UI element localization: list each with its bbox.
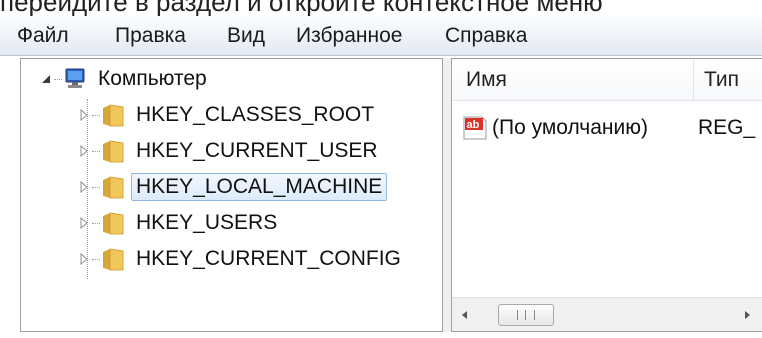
tree-node-label: HKEY_CURRENT_USER [136,139,378,162]
tree-dots [92,258,100,260]
expand-arrow-icon[interactable] [77,252,91,266]
tree-node-label: HKEY_CLASSES_ROOT [136,103,375,126]
svg-text:ab: ab [467,119,480,131]
tree-node-hkey-users[interactable]: HKEY_USERS [77,207,282,239]
column-header-label: Тип [704,67,740,91]
horizontal-scrollbar[interactable] [452,297,762,331]
tree-node-label: HKEY_USERS [136,211,278,234]
scroll-right-arrow-icon[interactable] [740,308,754,322]
column-header-name[interactable]: Имя [452,59,694,101]
scroll-left-arrow-icon[interactable] [458,308,472,322]
string-value-icon: ab [462,115,488,141]
value-row-default[interactable]: ab (По умолчанию) REG_ [462,111,755,145]
expand-arrow-icon[interactable] [77,180,91,194]
menu-help[interactable]: Справка [442,22,530,50]
menu-view[interactable]: Вид [224,22,268,50]
column-header-type[interactable]: Тип [694,59,762,101]
pane-splitter[interactable] [443,58,451,332]
tree-dots [92,222,100,224]
cropped-caption: перейдите в раздел и откройте контекстно… [0,0,762,16]
caption-text: перейдите в раздел и откройте контекстно… [0,0,603,16]
tree-dots [92,150,100,152]
tree-node-hkey-current-config[interactable]: HKEY_CURRENT_CONFIG [77,243,406,275]
tree-node-hkey-current-user[interactable]: HKEY_CURRENT_USER [77,135,383,167]
value-name: (По умолчанию) [492,116,649,139]
values-list-pane[interactable]: Имя Тип ab (По умолчанию) REG_ [451,58,762,332]
tree-dots [92,186,100,188]
tree-node-hkey-local-machine[interactable]: HKEY_LOCAL_MACHINE [77,171,388,203]
folder-icon [101,138,125,164]
column-header-label: Имя [466,67,507,91]
folder-icon [101,210,125,236]
menu-edit[interactable]: Правка [112,22,189,50]
registry-tree-pane[interactable]: Компьютер HKEY_CLASSES_ROOT HKEY_CURRENT… [20,58,443,332]
thumb-grip-icon [517,310,535,320]
tree-node-hkey-classes-root[interactable]: HKEY_CLASSES_ROOT [77,99,379,131]
scrollbar-thumb[interactable] [498,304,554,326]
menu-bar: Файл Правка Вид Избранное Справка [0,16,762,56]
menu-favorites[interactable]: Избранное [293,22,405,50]
tree-node-computer[interactable]: Компьютер [39,63,212,95]
folder-icon [101,102,125,128]
tree-node-label: HKEY_LOCAL_MACHINE [131,173,388,201]
value-type: REG_ [698,116,756,139]
tree-dots [92,114,100,116]
folder-icon [101,246,125,272]
folder-icon [101,174,125,200]
tree-node-label: HKEY_CURRENT_CONFIG [136,247,401,270]
expand-arrow-icon[interactable] [77,144,91,158]
menu-file[interactable]: Файл [14,22,72,50]
expand-arrow-icon[interactable] [77,216,91,230]
tree-dots [54,78,62,80]
computer-icon [63,66,87,92]
collapse-arrow-icon[interactable] [39,72,53,86]
tree-node-label: Компьютер [98,67,207,90]
expand-arrow-icon[interactable] [77,108,91,122]
